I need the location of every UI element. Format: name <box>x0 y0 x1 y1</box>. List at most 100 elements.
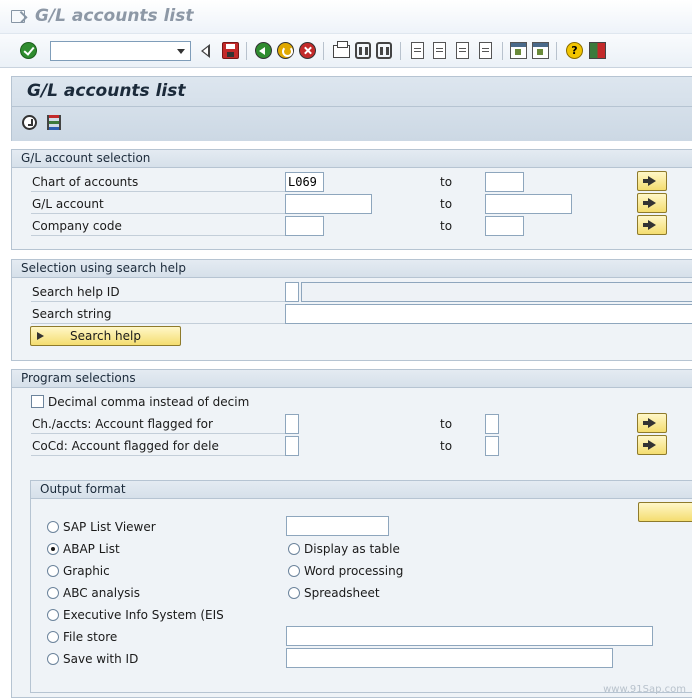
company-code-multiple-selection-button[interactable] <box>637 215 667 235</box>
expand-toolbar-icon[interactable] <box>201 44 210 58</box>
search-help-id-label: Search help ID <box>32 285 120 299</box>
spreadsheet-label: Spreadsheet <box>304 586 380 600</box>
radio-abap-list[interactable] <box>47 543 59 555</box>
toolbar-separator <box>323 42 324 60</box>
to-label: to <box>440 219 453 233</box>
program-selections-group: Program selections Decimal comma instead… <box>11 369 692 698</box>
group-title: Program selections <box>12 370 692 388</box>
chart-of-accounts-label: Chart of accounts <box>32 175 139 189</box>
exit-icon[interactable] <box>277 42 294 59</box>
get-variant-icon[interactable] <box>47 115 61 130</box>
save-with-id-input[interactable] <box>286 648 613 668</box>
toolbar-separator <box>400 42 401 60</box>
chart-accounts-flagged-multiple-selection-button[interactable] <box>637 413 667 433</box>
chart-accounts-flagged-label: Ch./accts: Account flagged for <box>32 417 213 431</box>
help-icon[interactable]: ? <box>566 42 583 59</box>
label-underline <box>31 455 285 456</box>
screen-header: G/L accounts list <box>11 76 692 141</box>
group-title: G/L account selection <box>12 150 692 168</box>
arrow-right-icon <box>37 332 44 340</box>
display-as-table-label: Display as table <box>304 542 400 556</box>
watermark: www.91Sap.com <box>603 684 686 695</box>
company-code-from-input[interactable] <box>285 216 324 236</box>
search-help-button-label: Search help <box>70 329 141 343</box>
to-label: to <box>440 439 453 453</box>
radio-graphic[interactable] <box>47 565 59 577</box>
chevron-down-icon[interactable] <box>177 49 185 54</box>
toolbar-separator <box>246 42 247 60</box>
chart-accounts-flagged-from-input[interactable] <box>285 414 299 434</box>
radio-sap-list-viewer[interactable] <box>47 521 59 533</box>
search-help-button[interactable]: Search help <box>30 326 181 346</box>
output-settings-button[interactable] <box>638 502 692 522</box>
file-store-input[interactable] <box>286 626 653 646</box>
find-icon[interactable] <box>355 42 371 59</box>
company-code-to-input[interactable] <box>485 216 524 236</box>
company-code-flagged-multiple-selection-button[interactable] <box>637 435 667 455</box>
customize-layout-icon[interactable] <box>589 42 606 59</box>
search-string-input[interactable] <box>285 304 692 324</box>
save-with-id-label: Save with ID <box>63 652 139 666</box>
to-label: to <box>440 417 453 431</box>
radio-spreadsheet[interactable] <box>288 587 300 599</box>
graphic-label: Graphic <box>63 564 110 578</box>
page-title: G/L accounts list <box>27 81 186 101</box>
radio-abc-analysis[interactable] <box>47 587 59 599</box>
search-string-label: Search string <box>32 307 112 321</box>
company-code-flagged-label: CoCd: Account flagged for dele <box>32 439 219 453</box>
file-store-label: File store <box>63 630 118 644</box>
executive-info-system-label: Executive Info System (EIS <box>63 608 224 622</box>
gl-account-multiple-selection-button[interactable] <box>637 193 667 213</box>
label-underline <box>31 301 285 302</box>
new-session-icon[interactable] <box>510 42 527 59</box>
enter-check-icon[interactable] <box>20 42 37 59</box>
toolbar-separator <box>556 42 557 60</box>
company-code-flagged-from-input[interactable] <box>285 436 299 456</box>
radio-word-processing[interactable] <box>288 565 300 577</box>
gl-account-selection-group: G/L account selection Chart of accounts … <box>11 149 692 250</box>
search-help-id-description <box>301 282 692 302</box>
shortcut-icon[interactable] <box>532 42 549 59</box>
search-help-id-input[interactable] <box>285 282 299 302</box>
previous-page-icon[interactable] <box>433 42 446 59</box>
label-underline <box>31 433 285 434</box>
abc-analysis-label: ABC analysis <box>63 586 141 600</box>
title-bar: G/L accounts list <box>0 0 692 34</box>
first-page-icon[interactable] <box>411 42 424 59</box>
standard-toolbar: ? <box>0 34 692 68</box>
execute-icon[interactable] <box>22 115 37 130</box>
list-viewer-layout-input[interactable] <box>286 516 389 536</box>
chart-of-accounts-from-input[interactable]: L069 <box>285 172 324 192</box>
gl-account-from-input[interactable] <box>285 194 372 214</box>
next-page-icon[interactable] <box>456 42 469 59</box>
label-underline <box>31 323 285 324</box>
print-icon[interactable] <box>333 41 350 58</box>
sap-list-viewer-label: SAP List Viewer <box>63 520 156 534</box>
chart-accounts-flagged-to-input[interactable] <box>485 414 499 434</box>
window-title: G/L accounts list <box>35 6 194 26</box>
save-icon[interactable] <box>222 42 239 59</box>
gl-account-label: G/L account <box>32 197 104 211</box>
label-underline <box>31 235 285 236</box>
header-divider <box>12 106 692 107</box>
find-next-icon[interactable] <box>376 42 392 59</box>
radio-display-as-table[interactable] <box>288 543 300 555</box>
decimal-comma-checkbox[interactable] <box>31 395 44 408</box>
group-title: Selection using search help <box>12 260 692 278</box>
chart-of-accounts-to-input[interactable] <box>485 172 524 192</box>
label-underline <box>31 191 285 192</box>
toolbar-separator <box>502 42 503 60</box>
company-code-label: Company code <box>32 219 122 233</box>
cancel-icon[interactable] <box>299 42 316 59</box>
company-code-flagged-to-input[interactable] <box>485 436 499 456</box>
radio-executive-info-system[interactable] <box>47 609 59 621</box>
back-icon[interactable] <box>255 42 272 59</box>
abap-list-label: ABAP List <box>63 542 120 556</box>
radio-file-store[interactable] <box>47 631 59 643</box>
chart-of-accounts-multiple-selection-button[interactable] <box>637 171 667 191</box>
gl-account-to-input[interactable] <box>485 194 572 214</box>
last-page-icon[interactable] <box>479 42 492 59</box>
command-field[interactable] <box>50 41 191 61</box>
transaction-icon <box>11 10 25 23</box>
radio-save-with-id[interactable] <box>47 653 59 665</box>
